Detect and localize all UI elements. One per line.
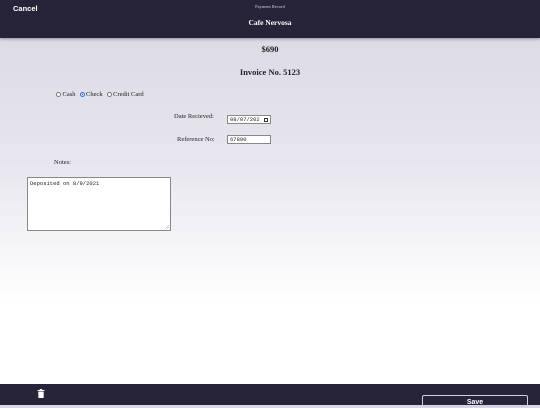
payment-method-group: Cash Check Credit Card xyxy=(56,91,148,98)
reference-no-label: Reference No: xyxy=(177,136,215,143)
credit-card-radio[interactable] xyxy=(106,92,112,97)
date-received-field[interactable]: 08/07/202 xyxy=(227,115,271,124)
save-button[interactable]: Save xyxy=(422,395,528,407)
notes-value: Deposited on 8/9/2021 xyxy=(30,180,100,187)
date-received-value: 08/07/202 xyxy=(230,116,260,123)
cash-radio[interactable] xyxy=(56,92,61,97)
calendar-icon[interactable] xyxy=(264,117,268,122)
cash-label: Cash xyxy=(62,91,76,98)
page-title: Cafe Nervosa xyxy=(248,18,292,27)
payment-amount: $690 xyxy=(261,44,279,54)
notes-textarea[interactable]: Deposited on 8/9/2021 xyxy=(27,177,171,231)
invoice-number: Invoice No. 5123 xyxy=(239,67,301,77)
date-received-label: Date Recieved: xyxy=(174,113,214,120)
payment-method-cash[interactable]: Cash xyxy=(56,91,76,98)
check-radio[interactable] xyxy=(79,92,85,97)
header-subtitle: Payment Record xyxy=(255,4,285,9)
bottom-bar: Save xyxy=(0,384,540,407)
reference-no-value: 67890 xyxy=(230,136,247,143)
reference-no-field[interactable]: 67890 xyxy=(227,135,271,144)
top-bar: Cancel Payment Record Cafe Nervosa xyxy=(0,0,540,38)
payment-method-check[interactable]: Check xyxy=(79,91,103,98)
check-label: Check xyxy=(86,91,103,98)
payment-method-credit-card[interactable]: Credit Card xyxy=(106,91,144,98)
trash-icon[interactable] xyxy=(37,389,45,398)
notes-label: Notes: xyxy=(54,159,71,166)
resize-grip-icon[interactable] xyxy=(165,225,169,229)
credit-card-label: Credit Card xyxy=(113,91,144,98)
